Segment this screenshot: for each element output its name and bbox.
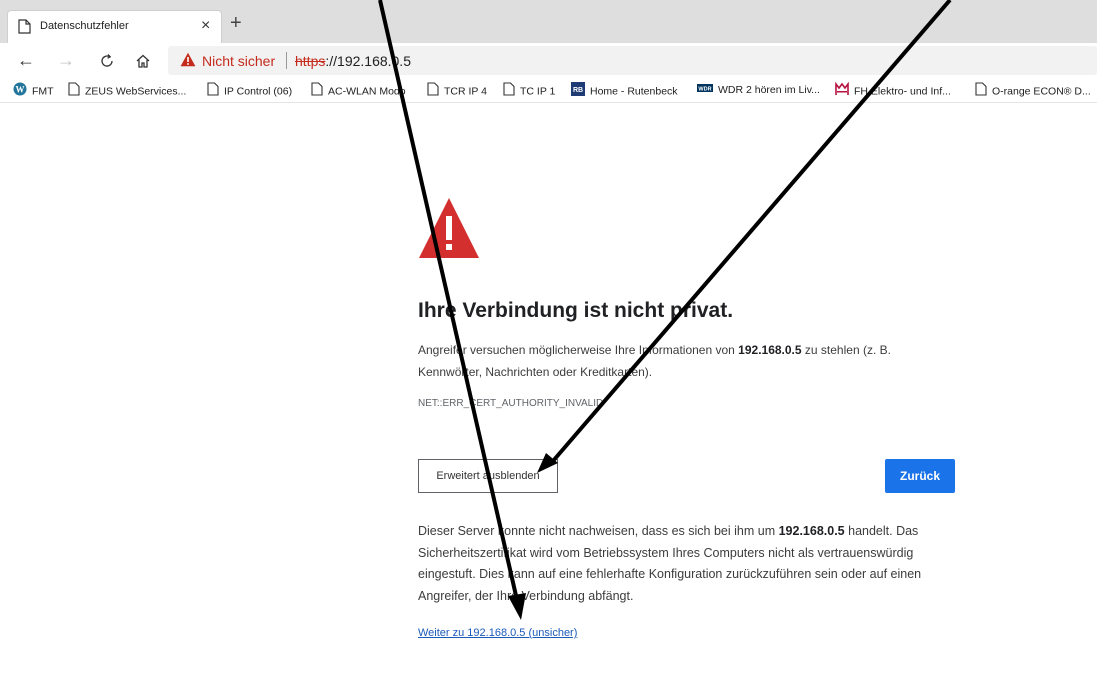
- divider: [286, 52, 287, 69]
- browser-window: Datenschutzfehler × + ← → Nicht sicher h…: [0, 0, 1097, 688]
- tab-datenschutzfehler[interactable]: Datenschutzfehler ×: [7, 10, 222, 43]
- new-tab-icon[interactable]: +: [230, 13, 242, 33]
- svg-text:RB: RB: [573, 87, 583, 94]
- reload-icon[interactable]: [95, 48, 119, 72]
- bookmark-tc-ip1[interactable]: TC IP 1: [503, 82, 555, 98]
- wordpress-icon: W: [13, 82, 27, 101]
- page-icon: [503, 82, 515, 101]
- error-code: NET::ERR_CERT_AUTHORITY_INVALID: [418, 398, 604, 409]
- url-scheme: https: [295, 53, 326, 69]
- bookmark-ac-wlan[interactable]: AC-WLAN Modo: [311, 82, 406, 98]
- wdr-icon: WDR: [697, 82, 713, 98]
- proceed-unsafe-link[interactable]: Weiter zu 192.168.0.5 (unsicher): [418, 627, 577, 639]
- svg-text:W: W: [16, 85, 25, 95]
- bookmark-wdr2[interactable]: WDR WDR 2 hören im Liv...: [697, 82, 820, 98]
- tab-title: Datenschutzfehler: [40, 20, 129, 32]
- url-host: ://192.168.0.5: [325, 53, 411, 69]
- page-icon: [311, 82, 323, 101]
- page-title: Ihre Verbindung ist nicht privat.: [418, 299, 734, 322]
- bookmark-rutenbeck[interactable]: RB Home - Rutenbeck: [571, 82, 678, 98]
- bookmark-zeus[interactable]: ZEUS WebServices...: [68, 82, 186, 98]
- address-bar[interactable]: Nicht sicher https://192.168.0.5: [168, 46, 1097, 75]
- security-status[interactable]: Nicht sicher: [202, 53, 275, 69]
- back-arrow-icon[interactable]: ←: [14, 48, 38, 72]
- page-icon: [207, 82, 219, 101]
- bookmark-ip-control[interactable]: IP Control (06): [207, 82, 292, 98]
- bookmarks-bar: W FMT ZEUS WebServices... IP Control (06…: [0, 78, 1097, 103]
- forward-arrow-icon[interactable]: →: [54, 48, 78, 72]
- tab-bar: Datenschutzfehler × +: [0, 0, 1097, 43]
- home-icon[interactable]: [131, 48, 155, 72]
- bookmark-o-range[interactable]: O-range ECON® D...: [975, 82, 1091, 98]
- bookmark-fmt[interactable]: W FMT: [13, 82, 54, 98]
- toolbar: ← → Nicht sicher https://192.168.0.5: [0, 43, 1097, 78]
- page-icon: [975, 82, 987, 101]
- url-text[interactable]: https://192.168.0.5: [295, 53, 411, 69]
- page-icon: [427, 82, 439, 101]
- page-icon: [68, 82, 80, 101]
- bookmark-fh[interactable]: FH Elektro- und Inf...: [835, 81, 951, 101]
- warning-icon[interactable]: [180, 52, 196, 72]
- close-icon[interactable]: ×: [201, 16, 210, 36]
- fh-icon: [835, 81, 849, 101]
- back-button[interactable]: Zurück: [885, 459, 955, 493]
- advanced-details: Dieser Server konnte nicht nachweisen, d…: [418, 524, 922, 603]
- page-icon: [18, 19, 31, 39]
- warning-description: Angreifer versuchen möglicherweise Ihre …: [418, 343, 891, 379]
- bookmark-tcr-ip4[interactable]: TCR IP 4: [427, 82, 487, 98]
- hide-advanced-button[interactable]: Erweitert ausblenden: [418, 459, 558, 493]
- svg-text:WDR: WDR: [698, 87, 711, 93]
- rutenbeck-icon: RB: [571, 82, 585, 101]
- warning-triangle-icon: [418, 197, 480, 264]
